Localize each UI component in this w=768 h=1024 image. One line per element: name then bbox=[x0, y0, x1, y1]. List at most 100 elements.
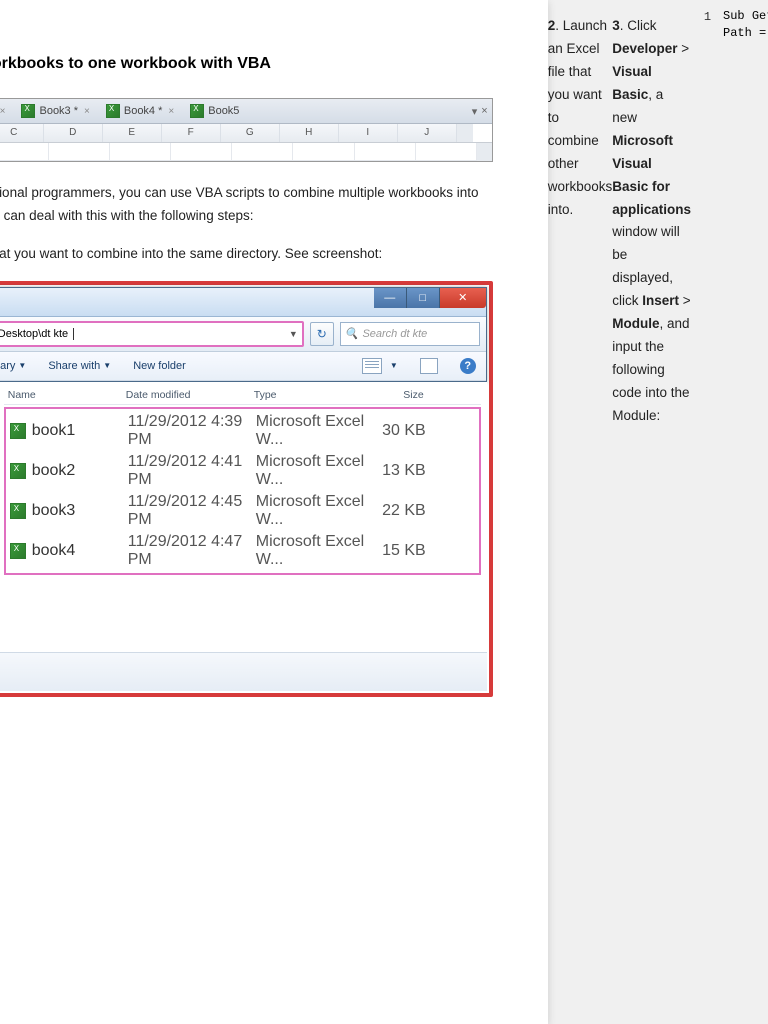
cell[interactable] bbox=[49, 143, 110, 161]
step-1: 1. Put all the workbooks that you want t… bbox=[0, 243, 493, 266]
excel-grid: ◢ A B C D E F G H I J 1 Book 1 bbox=[0, 124, 492, 161]
view-options-button[interactable] bbox=[362, 358, 382, 374]
close-icon[interactable]: × bbox=[0, 106, 5, 117]
col-header[interactable]: C bbox=[0, 124, 44, 142]
preview-pane-button[interactable] bbox=[420, 358, 438, 374]
t: Developer bbox=[612, 41, 677, 56]
code-block: 1 Sub GetSheets() Path = "C:\Users\dt\De… bbox=[691, 8, 768, 1024]
search-placeholder: Search dt kte bbox=[362, 328, 427, 340]
document-page: Combine multiple workbooks to one workbo… bbox=[0, 0, 548, 1024]
status-bar: 4 items bbox=[0, 652, 487, 691]
help-button[interactable]: ? bbox=[460, 358, 476, 374]
include-menu[interactable]: Include in library▼ bbox=[0, 360, 26, 372]
t: > bbox=[679, 293, 691, 308]
cell[interactable] bbox=[416, 143, 477, 161]
t: , and input the following code into the … bbox=[612, 316, 689, 423]
col-header[interactable]: F bbox=[162, 124, 221, 142]
col-header[interactable]: E bbox=[103, 124, 162, 142]
file-row[interactable]: book4 11/29/2012 4:47 PM Microsoft Excel… bbox=[8, 531, 477, 571]
explorer-highlight-frame: — □ ✕ ◄ ► C:\Users\dt\Desktop\dt kte ▼ ↻… bbox=[0, 281, 493, 697]
cell[interactable] bbox=[293, 143, 354, 161]
chevron-down-icon: ▼ bbox=[103, 361, 111, 370]
tab-label: Book3 * bbox=[39, 105, 78, 117]
col-name[interactable]: Name bbox=[4, 389, 126, 401]
close-icon[interactable]: × bbox=[84, 106, 90, 117]
address-bar[interactable]: C:\Users\dt\Desktop\dt kte ▼ bbox=[0, 321, 304, 347]
col-header[interactable]: G bbox=[221, 124, 280, 142]
excel-tab-book4[interactable]: Book4 * × bbox=[99, 101, 181, 121]
cursor-caret bbox=[73, 328, 74, 340]
step-2: 2. Launch an Excel file that you want to… bbox=[548, 15, 613, 1009]
file-name: book3 bbox=[32, 502, 128, 520]
nav-bar: ◄ ► C:\Users\dt\Desktop\dt kte ▼ ↻ 🔍 Sea… bbox=[0, 317, 486, 352]
col-header[interactable]: H bbox=[280, 124, 339, 142]
close-button[interactable]: ✕ bbox=[440, 288, 486, 308]
cell[interactable] bbox=[355, 143, 416, 161]
file-date: 11/29/2012 4:45 PM bbox=[128, 493, 256, 529]
col-size[interactable]: Size bbox=[374, 389, 424, 401]
refresh-button[interactable]: ↻ bbox=[310, 322, 334, 346]
file-size: 13 KB bbox=[376, 462, 426, 480]
excel-file-icon bbox=[10, 423, 26, 439]
excel-tab-bar: Book1 * × Book2 * × Book3 * × Book4 * × … bbox=[0, 99, 492, 124]
file-name: book1 bbox=[32, 422, 128, 440]
toolbar-label: Share with bbox=[48, 360, 100, 372]
t: Insert bbox=[642, 293, 679, 308]
scrollbar[interactable] bbox=[457, 124, 473, 142]
search-input[interactable]: 🔍 Search dt kte bbox=[340, 322, 480, 346]
close-all-icon[interactable]: × bbox=[481, 105, 487, 117]
excel-icon bbox=[190, 104, 204, 118]
step-text: . Launch an Excel file that you want to … bbox=[548, 18, 613, 217]
col-header[interactable]: J bbox=[398, 124, 457, 142]
share-menu[interactable]: Share with▼ bbox=[48, 360, 111, 372]
t: Module bbox=[612, 316, 659, 331]
file-row[interactable]: book2 11/29/2012 4:41 PM Microsoft Excel… bbox=[8, 451, 477, 491]
line-number: 1 bbox=[691, 8, 723, 1024]
chevron-down-icon[interactable]: ▼ bbox=[289, 329, 298, 339]
scrollbar[interactable] bbox=[477, 143, 492, 161]
excel-file-icon bbox=[10, 463, 26, 479]
excel-icon bbox=[106, 104, 120, 118]
tab-label: Book4 * bbox=[124, 105, 163, 117]
step-number: 3 bbox=[612, 18, 620, 33]
toolbar-label: Include in library bbox=[0, 360, 15, 372]
maximize-button[interactable]: □ bbox=[407, 288, 440, 308]
col-type[interactable]: Type bbox=[254, 389, 374, 401]
t: . Click bbox=[620, 18, 657, 33]
excel-tab-book2[interactable]: Book2 * × bbox=[0, 101, 12, 121]
cell[interactable] bbox=[110, 143, 171, 161]
address-path: C:\Users\dt\Desktop\dt kte bbox=[0, 328, 68, 340]
file-type: Microsoft Excel W... bbox=[256, 453, 376, 489]
code-line: Path = "C:\Users\dt\Desktop\dt kte\" bbox=[723, 26, 768, 40]
new-folder-button[interactable]: New folder bbox=[133, 360, 186, 372]
t: applications bbox=[612, 202, 691, 217]
explorer-window: — □ ✕ ◄ ► C:\Users\dt\Desktop\dt kte ▼ ↻… bbox=[0, 287, 487, 382]
excel-tab-book3[interactable]: Book3 * × bbox=[14, 101, 96, 121]
code-content: Sub GetSheets() Path = "C:\Users\dt\Desk… bbox=[723, 8, 768, 1024]
file-size: 22 KB bbox=[376, 502, 426, 520]
col-header[interactable]: D bbox=[44, 124, 103, 142]
titlebar: — □ ✕ bbox=[0, 288, 486, 317]
file-list: Name Date modified Type Size book1 11/29… bbox=[0, 382, 487, 652]
explorer-body: ★Favorites Desktop Downloads Recent Plac… bbox=[0, 382, 487, 652]
chevron-down-icon[interactable]: ▼ bbox=[390, 361, 398, 370]
col-header[interactable]: I bbox=[339, 124, 398, 142]
file-row[interactable]: book3 11/29/2012 4:45 PM Microsoft Excel… bbox=[8, 491, 477, 531]
file-row[interactable]: book1 11/29/2012 4:39 PM Microsoft Excel… bbox=[8, 411, 477, 451]
intro-paragraph: For the skilled and professional program… bbox=[0, 182, 493, 228]
file-name: book2 bbox=[32, 462, 128, 480]
file-date: 11/29/2012 4:41 PM bbox=[128, 453, 256, 489]
file-type: Microsoft Excel W... bbox=[256, 413, 376, 449]
page-title: Combine multiple workbooks to one workbo… bbox=[0, 55, 493, 73]
col-date[interactable]: Date modified bbox=[126, 389, 254, 401]
excel-tab-book5[interactable]: Book5 bbox=[183, 101, 246, 121]
chevron-down-icon[interactable]: ▾ bbox=[472, 105, 478, 118]
close-icon[interactable]: × bbox=[168, 106, 174, 117]
t: Microsoft Visual Basic for bbox=[612, 133, 673, 194]
cell[interactable] bbox=[0, 143, 49, 161]
toolbar-label: New folder bbox=[133, 360, 186, 372]
cell[interactable] bbox=[232, 143, 293, 161]
cell[interactable] bbox=[171, 143, 232, 161]
minimize-button[interactable]: — bbox=[374, 288, 407, 308]
file-type: Microsoft Excel W... bbox=[256, 533, 376, 569]
